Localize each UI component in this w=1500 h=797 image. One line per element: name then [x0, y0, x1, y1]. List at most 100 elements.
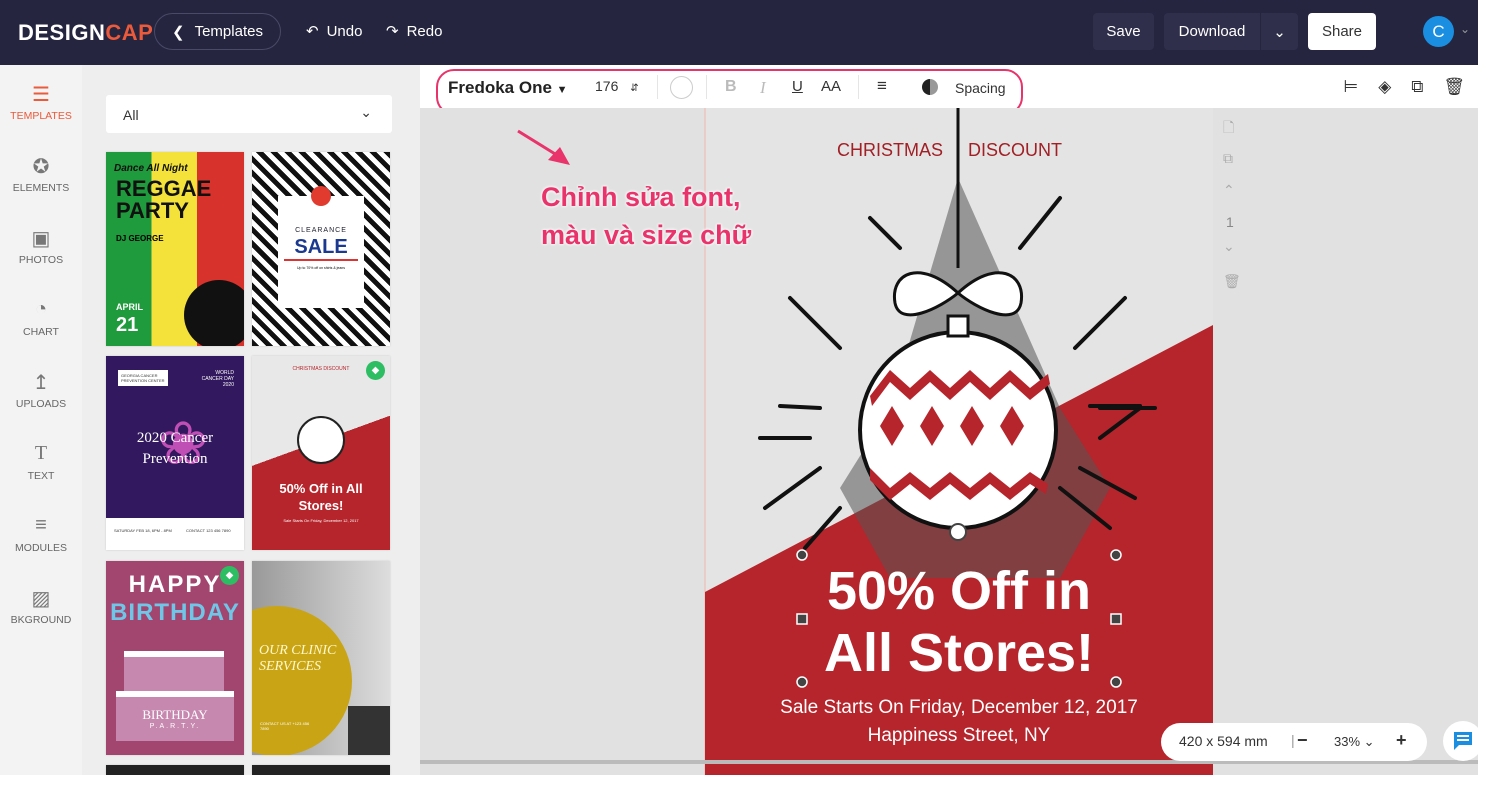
zoom-in-button[interactable]: +: [1396, 730, 1407, 751]
sidebar-item-photos[interactable]: ▣ PHOTOS: [0, 226, 82, 266]
template-text: REGGAE PARTY: [116, 176, 212, 223]
sidebar-label: PHOTOS: [18, 254, 64, 266]
share-button[interactable]: Share: [1308, 13, 1376, 50]
poster-text-discount[interactable]: DISCOUNT: [968, 140, 1062, 161]
template-text: SATURDAY FEB 18, 6PM - 8PM: [114, 528, 172, 533]
template-text: 2020 Cancer Prevention: [136, 430, 214, 467]
sub-line: Happiness Street, NY: [867, 725, 1051, 746]
sidebar-label: UPLOADS: [15, 398, 67, 410]
chat-icon: [1454, 732, 1472, 750]
sidebar-item-elements[interactable]: ✪ ELEMENTS: [0, 154, 82, 194]
page-up-icon[interactable]: ⌃: [1223, 182, 1235, 199]
back-to-templates-button[interactable]: ❮ Templates: [154, 13, 281, 50]
poster-text-christmas[interactable]: CHRISTMAS: [837, 140, 943, 161]
pie-chart-icon: ◔: [34, 298, 48, 320]
templates-panel: All ⌄ Dance All Night REGGAE PARTY DJ GEO…: [82, 65, 420, 775]
sidebar-label: MODULES: [15, 542, 67, 554]
bottom-strip: [0, 775, 1500, 797]
trash-icon[interactable]: 🗑: [1443, 77, 1465, 97]
badge: [311, 186, 331, 206]
chevron-down-icon: ⌄: [1273, 23, 1286, 41]
undo-button[interactable]: ↶ Undo: [306, 22, 363, 41]
zoom-out-button[interactable]: −: [1297, 730, 1308, 751]
sidebar-item-background[interactable]: ▨ BKGROUND: [0, 586, 82, 626]
template-text: WORLD CANCER DAY 2020: [201, 370, 234, 388]
ornament-cap: [946, 314, 970, 338]
template-text: 21: [116, 314, 139, 336]
sidebar-label: CHART: [23, 326, 59, 338]
list-icon: ≡: [35, 514, 47, 536]
sidebar-item-uploads[interactable]: ↥ UPLOADS: [0, 370, 82, 410]
sidebar: ☰ TEMPLATES ✪ ELEMENTS ▣ PHOTOS ◔ CHART ↥ UPL…: [0, 65, 82, 775]
rotate-handle-icon[interactable]: [949, 523, 967, 541]
template-text: SALE: [294, 236, 348, 258]
copy-page-icon[interactable]: ⧉: [1223, 150, 1233, 167]
template-happy-birthday[interactable]: HAPPY BIRTHDAY BIRTHDAY P.A.R.T.Y. ◆: [106, 561, 244, 755]
template-text: 50% Off in All Stores!: [279, 481, 363, 513]
annotation-arrow-icon: [517, 129, 570, 165]
background-icon: ▨: [31, 588, 51, 610]
template-text: APRIL: [116, 302, 143, 312]
template-reggae-party[interactable]: Dance All Night REGGAE PARTY DJ GEORGE A…: [106, 152, 244, 346]
sidebar-item-text[interactable]: T TEXT: [0, 442, 82, 482]
template-clinic-services[interactable]: OUR CLINIC SERVICES CONTACT US AT +123 4…: [252, 561, 390, 755]
divider: [284, 259, 358, 261]
headline-line: All Stores!: [823, 623, 1095, 683]
category-filter-select[interactable]: All ⌄: [106, 95, 392, 133]
delete-page-icon[interactable]: 🗑: [1223, 273, 1241, 290]
sidebar-item-chart[interactable]: ◔ CHART: [0, 298, 82, 338]
template-text: BIRTHDAY: [110, 599, 240, 626]
redo-button[interactable]: ↷ Redo: [386, 22, 443, 41]
template-text: OUR CLINIC SERVICES: [259, 643, 337, 674]
premium-diamond-icon: ◆: [220, 566, 239, 585]
template-partial[interactable]: [252, 765, 390, 775]
zoom-level: 33%: [1334, 734, 1361, 749]
template-text: CONTACT US AT +123 456 7890: [260, 721, 310, 731]
redo-label: Redo: [406, 22, 443, 40]
sidebar-label: TEMPLATES: [10, 110, 72, 122]
account-chevron-icon[interactable]: ⌄: [1460, 22, 1470, 36]
layers-icon[interactable]: ◈: [1378, 77, 1391, 97]
poster-headline[interactable]: 50% Off in All Stores!: [705, 560, 1213, 684]
sidebar-label: BKGROUND: [10, 614, 72, 626]
logo[interactable]: DESIGNCAP: [18, 20, 153, 46]
sub-line: Sale Starts On Friday, December 12, 2017: [780, 697, 1138, 718]
cake-top: [124, 651, 224, 691]
logo-text: DESIGN: [18, 20, 106, 45]
template-text: GEORGIA CANCER PREVENTION CENTER: [118, 370, 168, 386]
align-icon[interactable]: ⊨: [1343, 77, 1358, 97]
logo-text-accent: CAP: [105, 20, 154, 45]
template-christmas-discount[interactable]: CHRISTMAS DISCOUNT 50% Off in All Stores…: [252, 356, 390, 550]
page-down-icon[interactable]: ⌄: [1223, 238, 1235, 255]
sidebar-label: TEXT: [27, 470, 55, 482]
top-bar: DESIGNCAP ❮ Templates ↶ Undo ↷ Redo Save Do…: [0, 0, 1478, 65]
filter-value: All: [123, 107, 139, 123]
template-text: BIRTHDAY: [142, 707, 208, 722]
chat-button[interactable]: [1443, 721, 1483, 761]
duplicate-icon[interactable]: ⧉: [1411, 77, 1423, 97]
avatar[interactable]: C: [1423, 16, 1454, 47]
download-options-button[interactable]: ⌄: [1261, 13, 1298, 50]
templates-label: Templates: [194, 23, 263, 40]
layers-icon: ☰: [32, 84, 50, 106]
template-clearance-sale[interactable]: CLEARANCE SALE Up to 70% off on shirts &…: [252, 152, 390, 346]
zoom-level-select[interactable]: 33% ⌄: [1334, 734, 1375, 750]
template-cancer-prevention[interactable]: GEORGIA CANCER PREVENTION CENTER WORLD C…: [106, 356, 244, 550]
undo-label: Undo: [326, 22, 363, 40]
save-button[interactable]: Save: [1093, 13, 1154, 50]
redo-icon: ↷: [386, 23, 399, 40]
template-text: Dance All Night: [114, 163, 188, 174]
sidebar-item-templates[interactable]: ☰ TEMPLATES: [0, 82, 82, 122]
cat-photo: [348, 706, 390, 755]
template-text: CONTACT 123 456 7890: [186, 528, 231, 533]
text-icon: T: [34, 442, 48, 464]
ornament: [297, 416, 345, 464]
sidebar-item-modules[interactable]: ≡ MODULES: [0, 514, 82, 554]
poster-subtext[interactable]: Sale Starts On Friday, December 12, 2017…: [705, 694, 1213, 750]
template-partial[interactable]: [106, 765, 244, 775]
divider: |: [1291, 732, 1295, 748]
download-button[interactable]: Download: [1164, 13, 1260, 50]
add-page-icon[interactable]: 🗋: [1223, 117, 1234, 141]
template-text: Up to 70% off on shirts & jeans: [297, 266, 345, 270]
image-icon: ▣: [31, 228, 51, 250]
